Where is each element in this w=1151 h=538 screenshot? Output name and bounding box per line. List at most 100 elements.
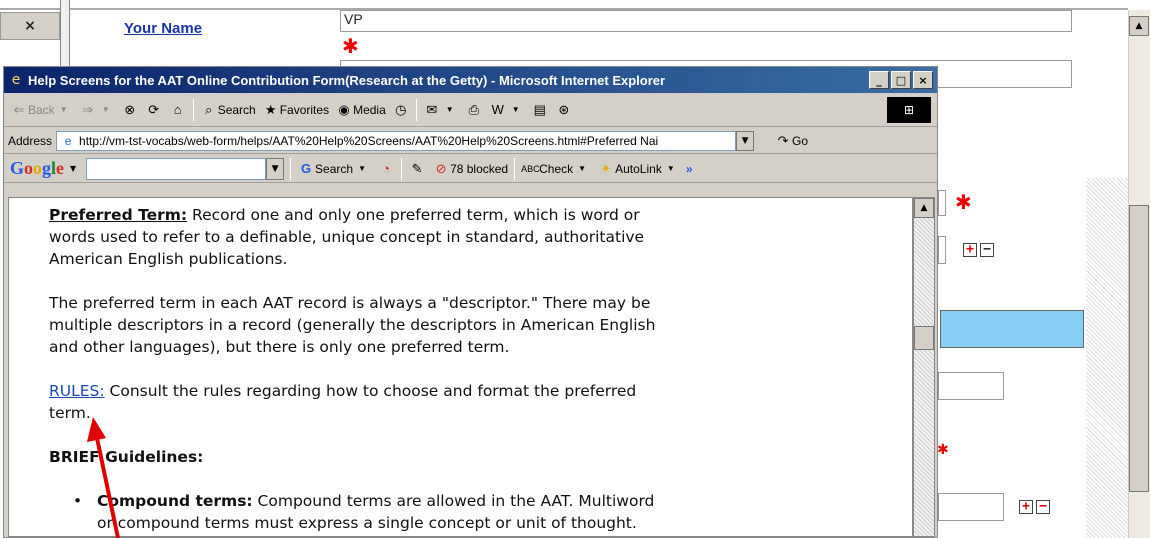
toolbar-separator xyxy=(514,157,516,180)
print-button[interactable]: ⎙ xyxy=(465,101,483,119)
required-star: ✱ xyxy=(955,190,972,214)
compound-terms-text: Compound terms: Compound terms are allow… xyxy=(97,490,654,534)
close-button[interactable]: × xyxy=(0,12,60,40)
popup-blocker-button[interactable]: ⊘ 78 blocked xyxy=(432,160,509,178)
google-logo-letter: g xyxy=(42,158,52,178)
scroll-up-icon[interactable]: ▲ xyxy=(1129,16,1149,36)
chevron-down-icon: ▼ xyxy=(358,163,367,173)
forward-arrow-icon: ⇒ xyxy=(82,101,94,117)
print-icon: ⎙ xyxy=(468,101,479,117)
google-logo-letter: G xyxy=(10,158,25,178)
back-arrow-icon: ⇐ xyxy=(13,101,25,117)
chevron-down-icon: ▼ xyxy=(271,163,279,174)
history-button[interactable]: ◷ xyxy=(392,101,410,119)
address-dropdown[interactable]: ▼ xyxy=(736,130,755,151)
minimize-button[interactable]: _ xyxy=(869,71,889,89)
preferred-term-heading: Preferred Term: xyxy=(49,206,188,224)
field-edge[interactable] xyxy=(938,236,946,264)
messenger-button[interactable]: ⊛ xyxy=(555,101,573,119)
your-name-input[interactable]: VP xyxy=(340,10,1072,32)
your-name-link[interactable]: Your Name xyxy=(124,20,202,37)
toolbar-separator xyxy=(401,157,403,180)
close-icon: × xyxy=(24,18,36,34)
back-label: Back xyxy=(28,102,55,117)
messenger-icon: ⊛ xyxy=(558,101,570,117)
frame-gutter xyxy=(1086,178,1128,538)
address-bar: Address e http://vm-tst-vocabs/web-form/… xyxy=(4,128,937,154)
rules-link[interactable]: RULES: xyxy=(49,382,105,400)
mail-button[interactable]: ✉ ▼ xyxy=(423,101,459,119)
news-icon: ✎ xyxy=(411,160,423,176)
search-button[interactable]: ⌕ Search xyxy=(200,101,256,119)
google-search-button[interactable]: G Search ▼ xyxy=(297,160,371,178)
toolbar-separator xyxy=(415,98,417,121)
brief-guidelines-heading: BRIEF Guidelines: xyxy=(49,448,204,466)
chevron-down-icon: ▼ xyxy=(511,104,520,114)
go-button[interactable]: ↷ Go xyxy=(774,132,808,150)
bullet-icon: • xyxy=(73,492,83,510)
home-icon: ⌂ xyxy=(173,101,182,117)
windows-logo-icon: ⊞ xyxy=(887,97,931,123)
standard-toolbar: ⇐ Back ▼ ⇒ ▼ ⊗ ⟳ ⌂ ⌕ Search ★ Favorites … xyxy=(4,93,937,127)
favorites-button[interactable]: ★ Favorites xyxy=(262,101,329,119)
news-button[interactable]: ✎ xyxy=(408,160,426,178)
page-icon: e xyxy=(64,133,72,148)
mail-icon: ✉ xyxy=(426,101,438,117)
rules-paragraph: RULES: Consult the rules regarding how t… xyxy=(49,380,809,424)
ie-icon: e xyxy=(11,72,21,88)
google-search-dropdown[interactable]: ▼ xyxy=(266,157,285,180)
window-controls: _ □ × xyxy=(869,71,933,89)
pagerank-icon: ◔ xyxy=(382,160,390,176)
field-edge[interactable] xyxy=(938,493,1004,521)
edit-button[interactable]: W ▼ xyxy=(489,101,525,119)
chevron-down-icon: ▼ xyxy=(59,104,68,114)
field-edge[interactable] xyxy=(938,372,1004,400)
media-button[interactable]: ◉ Media xyxy=(335,101,386,119)
paragraph-text: Compound terms are allowed in the AAT. M… xyxy=(252,492,655,510)
search-label: Search xyxy=(217,102,256,117)
remove-icon[interactable]: − xyxy=(1036,500,1050,514)
paragraph-text: Record one and only one preferred term, … xyxy=(187,206,640,224)
refresh-button[interactable]: ⟳ xyxy=(145,101,163,119)
spell-check-button[interactable]: ABC Check ▼ xyxy=(521,160,591,178)
add-icon[interactable]: + xyxy=(1019,500,1033,514)
paragraph-text: American English publications. xyxy=(49,250,288,268)
address-input[interactable]: e http://vm-tst-vocabs/web-form/helps/AA… xyxy=(56,130,737,151)
required-star: ✱ xyxy=(342,34,359,58)
google-search-input[interactable] xyxy=(86,157,267,180)
more-button[interactable]: » xyxy=(686,162,693,176)
scroll-up-icon[interactable]: ▲ xyxy=(914,198,934,218)
back-button[interactable]: ⇐ Back ▼ xyxy=(10,101,73,119)
forward-button[interactable]: ⇒ ▼ xyxy=(79,101,115,119)
add-icon[interactable]: + xyxy=(963,243,977,257)
help-window: e Help Screens for the AAT Online Contri… xyxy=(3,66,938,538)
page-scroll-thumb[interactable] xyxy=(1129,205,1149,492)
field-edge[interactable] xyxy=(938,190,946,216)
home-button[interactable]: ⌂ xyxy=(169,101,187,119)
close-window-button[interactable]: × xyxy=(913,71,933,89)
chevron-down-icon[interactable]: ▼ xyxy=(64,160,82,178)
discuss-button[interactable]: ▤ xyxy=(531,101,549,119)
help-text: Preferred Term: Record one and only one … xyxy=(49,204,809,534)
address-url: http://vm-tst-vocabs/web-form/helps/AAT%… xyxy=(79,133,659,148)
pagerank-button[interactable]: ◔ xyxy=(377,160,395,178)
maximize-button[interactable]: □ xyxy=(891,71,911,89)
autolink-button[interactable]: ✴ AutoLink ▼ xyxy=(597,160,680,178)
remove-icon[interactable]: − xyxy=(980,243,994,257)
paragraph-text: The preferred term in each AAT record is… xyxy=(49,294,651,312)
compound-terms-heading: Compound terms: xyxy=(97,492,253,510)
go-arrow-icon: ↷ xyxy=(777,132,789,148)
google-g-icon: G xyxy=(300,160,312,176)
media-label: Media xyxy=(353,102,386,117)
content-scroll-thumb[interactable] xyxy=(914,326,934,350)
search-icon: ⌕ xyxy=(205,101,213,117)
window-titlebar[interactable]: e Help Screens for the AAT Online Contri… xyxy=(4,67,937,93)
content-scrollbar[interactable]: ▲ xyxy=(913,197,935,537)
chevron-down-icon: ▼ xyxy=(578,163,587,173)
paragraph-text: term. xyxy=(49,404,91,422)
google-logo[interactable]: Google xyxy=(10,158,64,179)
stop-button[interactable]: ⊗ xyxy=(121,101,139,119)
more-chevron-icon: » xyxy=(685,161,693,176)
screen: × Your Name VP ✱ ✱ + − ✱ + − ▲ e Help Sc… xyxy=(0,0,1151,538)
spell-check-icon: ABC xyxy=(521,163,540,174)
